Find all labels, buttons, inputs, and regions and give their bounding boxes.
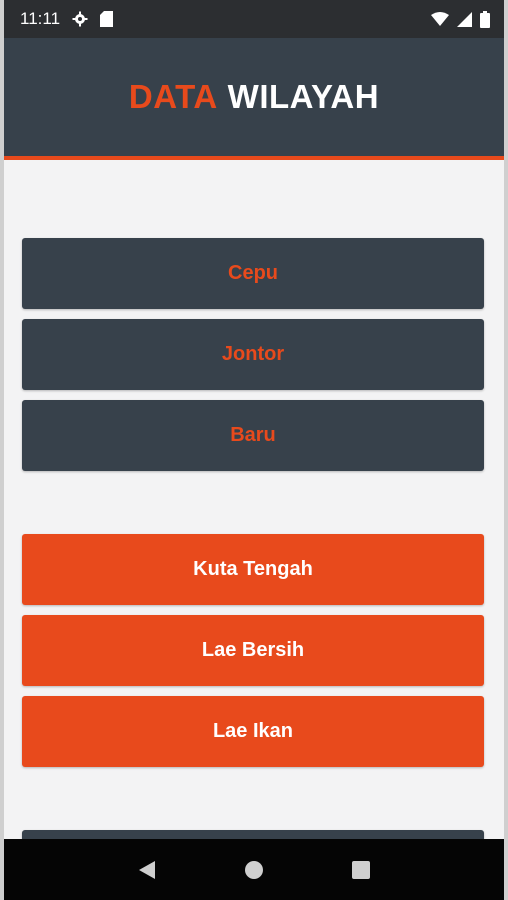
- battery-icon: [480, 10, 490, 28]
- region-button-kuta-tengah[interactable]: Kuta Tengah: [22, 534, 484, 605]
- app-bar: DATA WILAYAH: [4, 38, 504, 160]
- gear-icon: [72, 11, 88, 27]
- signal-icon: [457, 11, 472, 27]
- region-group-orange: Kuta Tengah Lae Bersih Lae Ikan: [22, 534, 484, 767]
- back-icon[interactable]: [127, 850, 167, 890]
- phone-screen: 11:11 DATA WILAYAH Cepu Jontor Baru Kuta…: [0, 0, 508, 900]
- region-group-dark: Cepu Jontor Baru: [22, 238, 484, 471]
- region-button-baru[interactable]: Baru: [22, 400, 484, 471]
- region-button-lae-bersih[interactable]: Lae Bersih: [22, 615, 484, 686]
- sd-card-icon: [100, 11, 114, 27]
- title-accent: DATA: [128, 78, 218, 115]
- recents-icon[interactable]: [341, 850, 381, 890]
- navigation-bar: [4, 839, 504, 900]
- region-button-cepu[interactable]: Cepu: [22, 238, 484, 309]
- wifi-icon: [431, 12, 449, 26]
- region-button-lae-ikan[interactable]: Lae Ikan: [22, 696, 484, 767]
- region-button-jontor[interactable]: Jontor: [22, 319, 484, 390]
- title-main: WILAYAH: [227, 78, 380, 115]
- region-list: Cepu Jontor Baru Kuta Tengah Lae Bersih …: [4, 164, 504, 900]
- status-bar: 11:11: [4, 0, 504, 38]
- home-icon[interactable]: [234, 850, 274, 890]
- status-time: 11:11: [20, 9, 61, 28]
